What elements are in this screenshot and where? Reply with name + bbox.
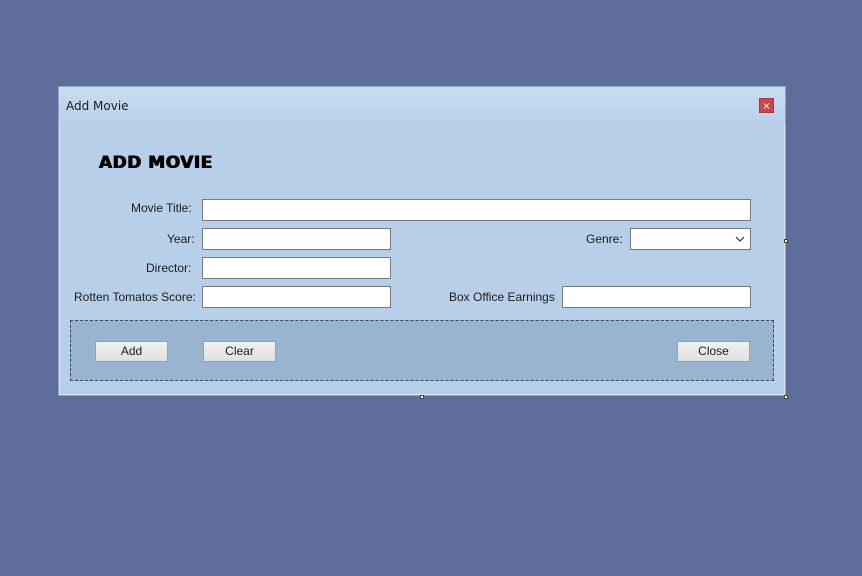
box-office-earnings-label: Box Office Earnings bbox=[449, 290, 555, 304]
movie-title-label: Movie Title: bbox=[131, 201, 192, 215]
desktop-background: Add Movie × ADD MOVIE Movie Title: Year:… bbox=[0, 0, 862, 576]
rotten-tomatos-score-input[interactable] bbox=[202, 286, 391, 308]
rotten-tomatos-score-label: Rotten Tomatos Score: bbox=[74, 290, 196, 304]
form-heading: ADD MOVIE bbox=[99, 153, 213, 173]
chevron-down-icon bbox=[735, 236, 745, 242]
resize-handle-corner[interactable] bbox=[784, 395, 788, 399]
director-label: Director: bbox=[146, 261, 192, 275]
title-bar[interactable]: Add Movie × bbox=[59, 87, 785, 125]
box-office-earnings-input[interactable] bbox=[562, 286, 751, 308]
button-panel: Add Clear Close bbox=[70, 320, 774, 381]
window-title: Add Movie bbox=[66, 99, 129, 113]
close-button[interactable]: Close bbox=[677, 341, 750, 362]
movie-title-input[interactable] bbox=[202, 199, 751, 221]
clear-button[interactable]: Clear bbox=[203, 341, 276, 362]
year-input[interactable] bbox=[202, 228, 391, 250]
genre-label: Genre: bbox=[586, 232, 623, 246]
year-label: Year: bbox=[167, 232, 195, 246]
genre-select[interactable] bbox=[630, 228, 751, 250]
add-movie-window: Add Movie × ADD MOVIE Movie Title: Year:… bbox=[58, 86, 786, 396]
add-button[interactable]: Add bbox=[95, 341, 168, 362]
resize-handle-bottom[interactable] bbox=[420, 395, 424, 399]
director-input[interactable] bbox=[202, 257, 391, 279]
resize-handle-right[interactable] bbox=[784, 239, 788, 243]
close-window-button[interactable]: × bbox=[759, 98, 774, 113]
